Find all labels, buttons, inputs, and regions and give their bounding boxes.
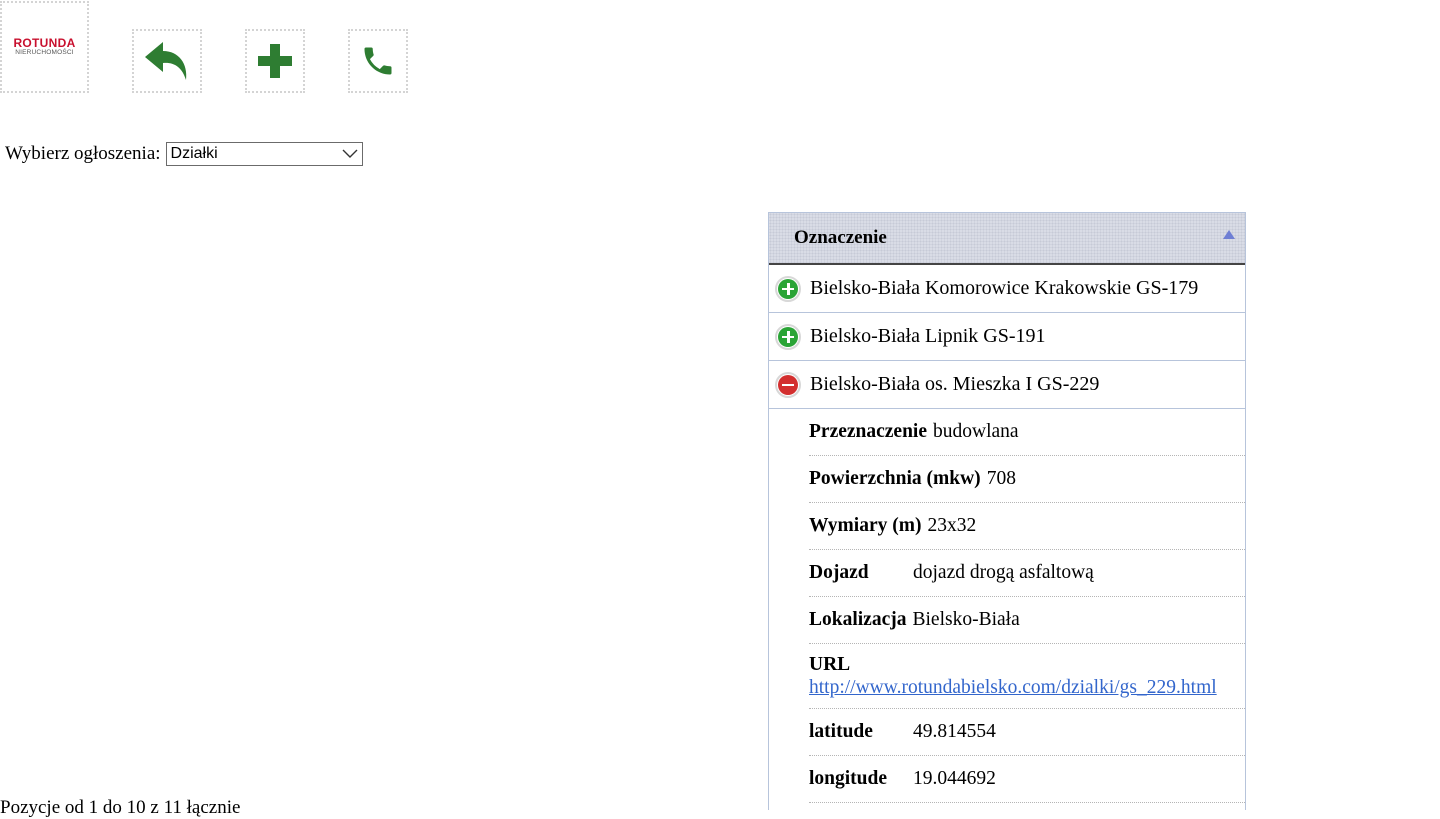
- detail-powierzchnia: Powierzchnia (mkw) 708: [809, 456, 1245, 503]
- undo-arrow-icon: [145, 42, 187, 80]
- detail-label: Lokalizacja: [809, 609, 907, 630]
- listing-grid: Oznaczenie Bielsko-Biała Komorowice Krak…: [768, 212, 1246, 810]
- plus-icon: [258, 44, 292, 78]
- chevron-down-icon: [342, 149, 358, 158]
- listing-row[interactable]: Bielsko-Biała Lipnik GS-191: [769, 313, 1245, 361]
- column-header-label: Oznaczenie: [794, 227, 887, 248]
- listing-title: Bielsko-Biała os. Mieszka I GS-229: [810, 373, 1100, 395]
- category-selected-value: Działki: [170, 145, 218, 162]
- expand-row-button[interactable]: [775, 275, 801, 302]
- sort-ascending-icon[interactable]: [1223, 229, 1235, 239]
- detail-wymiary: Wymiary (m) 23x32: [809, 503, 1245, 550]
- add-button[interactable]: [245, 29, 305, 93]
- listing-title: Bielsko-Biała Lipnik GS-191: [810, 325, 1046, 347]
- listing-title: Bielsko-Biała Komorowice Krakowskie GS-1…: [810, 277, 1199, 299]
- back-button[interactable]: [132, 29, 202, 93]
- detail-value: 23x32: [927, 515, 977, 536]
- column-header-oznaczenie[interactable]: Oznaczenie: [769, 213, 1245, 265]
- plus-circle-icon: [778, 278, 798, 299]
- detail-przeznaczenie: Przeznaczenie budowlana: [809, 409, 1245, 456]
- listing-url-link[interactable]: http://www.rotundabielsko.com/dzialki/gs…: [809, 676, 1217, 699]
- call-button[interactable]: [348, 29, 408, 93]
- detail-url: URL http://www.rotundabielsko.com/dzialk…: [809, 644, 1245, 709]
- plus-circle-icon: [778, 326, 798, 347]
- detail-label: latitude: [809, 721, 873, 742]
- logo-button[interactable]: ROTUNDA NIERUCHOMOŚCI: [0, 1, 89, 93]
- detail-label: longitude: [809, 768, 888, 789]
- detail-value: 19.044692: [913, 768, 996, 789]
- phone-icon: [364, 47, 392, 75]
- category-label: Wybierz ogłoszenia:: [5, 143, 161, 164]
- listing-row[interactable]: Bielsko-Biała Komorowice Krakowskie GS-1…: [769, 265, 1245, 313]
- detail-label: Przeznaczenie: [809, 421, 928, 442]
- listing-row[interactable]: Bielsko-Biała os. Mieszka I GS-229: [769, 361, 1245, 409]
- rotunda-logo: ROTUNDA NIERUCHOMOŚCI: [13, 36, 76, 57]
- minus-circle-icon: [778, 374, 798, 395]
- detail-label: URL: [809, 654, 851, 675]
- detail-lokalizacja: Lokalizacja Bielsko-Biała: [809, 597, 1245, 644]
- detail-latitude: latitude 49.814554: [809, 709, 1245, 756]
- detail-value: Bielsko-Biała: [912, 609, 1020, 630]
- detail-label: Wymiary (m): [809, 515, 922, 536]
- detail-label: Powierzchnia (mkw): [809, 468, 981, 489]
- category-selector-row: Wybierz ogłoszenia: Działki: [5, 142, 363, 166]
- detail-value: 708: [986, 468, 1016, 489]
- detail-value: budowlana: [933, 421, 1019, 442]
- detail-dojazd: Dojazd dojazd drogą asfaltową: [809, 550, 1245, 597]
- detail-value: 49.814554: [913, 721, 996, 742]
- detail-value: dojazd drogą asfaltową: [913, 562, 1094, 583]
- listing-details: Przeznaczenie budowlana Powierzchnia (mk…: [769, 409, 1245, 803]
- detail-label: Dojazd: [809, 562, 869, 583]
- pagination-info: Pozycje od 1 do 10 z 11 łącznie: [0, 797, 241, 818]
- detail-longitude: longitude 19.044692: [809, 756, 1245, 803]
- category-select[interactable]: Działki: [165, 142, 363, 166]
- expand-row-button[interactable]: [775, 323, 801, 350]
- collapse-row-button[interactable]: [775, 371, 801, 398]
